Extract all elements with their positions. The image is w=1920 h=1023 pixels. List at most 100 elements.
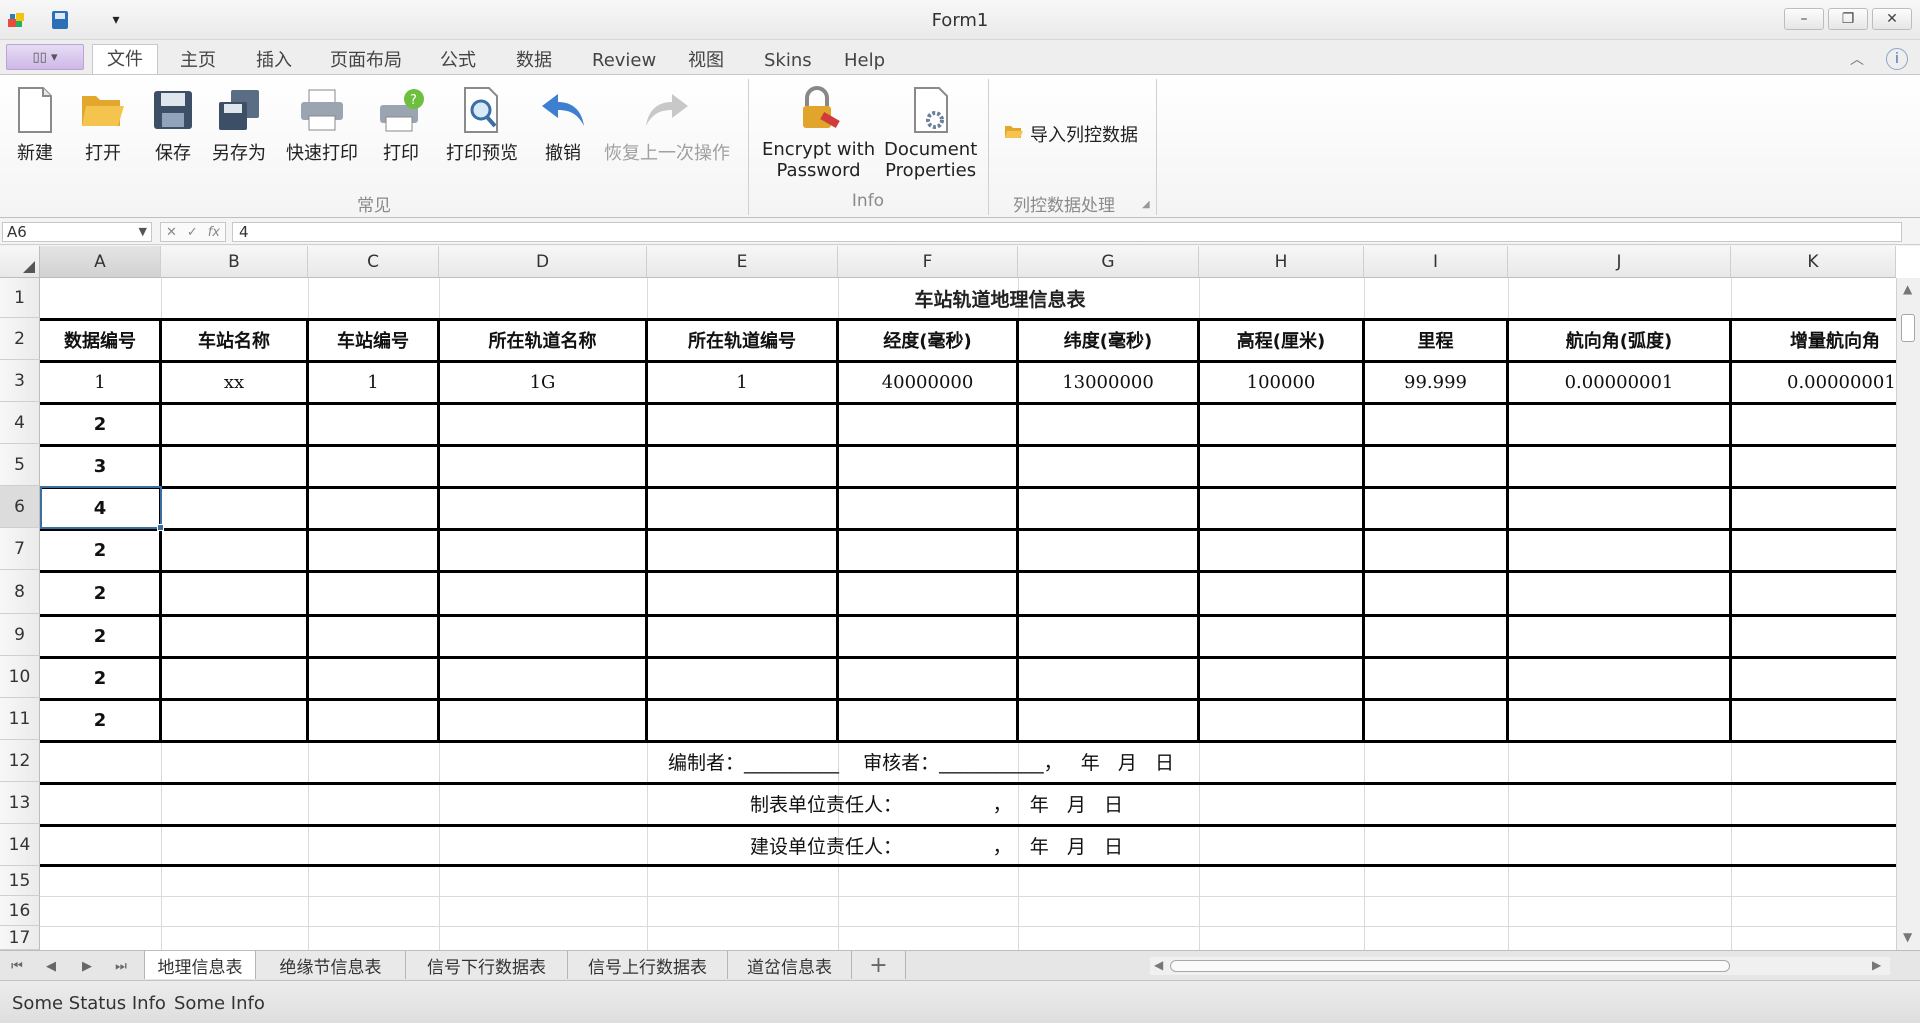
save-button[interactable]: 保存 xyxy=(150,85,196,165)
row-header-17[interactable]: 17 xyxy=(0,926,40,950)
row-header-6[interactable]: 6 xyxy=(0,486,40,528)
vertical-scrollbar[interactable]: ▲ ▼ xyxy=(1896,278,1920,950)
confirm-icon[interactable]: ✓ xyxy=(187,225,198,240)
data-cell[interactable]: 2 xyxy=(40,404,160,444)
column-header-j[interactable]: J xyxy=(1508,246,1731,278)
row-header-2[interactable]: 2 xyxy=(0,318,40,360)
app-menu-button[interactable]: ▯▯ ▾ xyxy=(6,44,84,70)
data-cell[interactable]: 2 xyxy=(40,700,160,740)
data-cell[interactable]: 0.00000001 xyxy=(1509,362,1729,402)
open-button[interactable]: 打开 xyxy=(80,85,126,165)
header-cell-data-id[interactable]: 数据编号 xyxy=(40,320,160,360)
row-header-4[interactable]: 4 xyxy=(0,402,40,444)
data-cell[interactable]: 2 xyxy=(40,530,160,570)
row-header-7[interactable]: 7 xyxy=(0,528,40,570)
vertical-scroll-thumb[interactable] xyxy=(1901,314,1915,342)
sheet-title[interactable]: 车站轨道地理信息表 xyxy=(40,278,1920,318)
header-cell-mileage[interactable]: 里程 xyxy=(1365,320,1506,360)
column-header-f[interactable]: F xyxy=(838,246,1018,278)
row-header-16[interactable]: 16 xyxy=(0,896,40,926)
header-cell-track-name[interactable]: 所在轨道名称 xyxy=(440,320,645,360)
row-header-1[interactable]: 1 xyxy=(0,278,40,318)
row-header-15[interactable]: 15 xyxy=(0,866,40,896)
sheet-tab-insulation[interactable]: 绝缘节信息表 xyxy=(256,951,406,979)
data-cell[interactable]: 40000000 xyxy=(839,362,1016,402)
scroll-right-icon[interactable]: ▶ xyxy=(1872,958,1881,972)
row-header-12[interactable]: 12 xyxy=(0,740,40,782)
data-cell[interactable]: 1 xyxy=(40,362,160,402)
data-cell[interactable]: 1G xyxy=(440,362,645,402)
tab-formulas[interactable]: 公式 xyxy=(436,48,480,74)
scroll-up-icon[interactable]: ▲ xyxy=(1903,282,1912,296)
last-sheet-icon[interactable]: ⏭ xyxy=(108,955,134,977)
footer-unit-responsible[interactable]: 制表单位责任人： ， 年 月 日 xyxy=(750,790,1123,817)
formula-input[interactable]: 4 xyxy=(232,222,1902,242)
tab-page-layout[interactable]: 页面布局 xyxy=(326,48,406,74)
name-box[interactable]: A6 ▼ xyxy=(2,222,152,242)
data-cell[interactable]: 1 xyxy=(648,362,836,402)
tab-review[interactable]: Review xyxy=(588,48,660,74)
next-sheet-icon[interactable]: ▶ xyxy=(74,955,100,977)
close-button[interactable]: ✕ xyxy=(1872,8,1912,30)
column-header-h[interactable]: H xyxy=(1199,246,1364,278)
tab-home[interactable]: 主页 xyxy=(176,48,220,74)
minimize-button[interactable]: – xyxy=(1784,8,1824,30)
header-cell-heading[interactable]: 航向角(弧度) xyxy=(1509,320,1729,360)
data-cell[interactable]: 3 xyxy=(40,446,160,486)
header-cell-station-name[interactable]: 车站名称 xyxy=(162,320,306,360)
import-column-control-button[interactable]: 导入列控数据 xyxy=(1004,121,1138,147)
header-cell-elevation[interactable]: 高程(厘米) xyxy=(1200,320,1362,360)
prev-sheet-icon[interactable]: ◀ xyxy=(38,955,64,977)
column-header-b[interactable]: B xyxy=(161,246,308,278)
data-cell[interactable]: 100000 xyxy=(1200,362,1362,402)
cancel-icon[interactable]: ✕ xyxy=(166,225,177,240)
collapse-ribbon-icon[interactable]: ︿ xyxy=(1846,48,1868,70)
horizontal-scrollbar[interactable]: ◀ ▶ xyxy=(1150,957,1890,975)
data-cell[interactable]: 1 xyxy=(309,362,437,402)
first-sheet-icon[interactable]: ⏮ xyxy=(4,955,30,977)
restore-button[interactable]: ❐ xyxy=(1828,8,1868,30)
header-cell-track-id[interactable]: 所在轨道编号 xyxy=(648,320,836,360)
footer-signature-row[interactable]: 编制者：__________ 审核者：___________， 年 月 日 xyxy=(668,748,1174,775)
chevron-down-icon[interactable]: ▼ xyxy=(139,223,147,241)
data-cell[interactable]: 99.999 xyxy=(1365,362,1506,402)
tab-data[interactable]: 数据 xyxy=(512,48,556,74)
print-preview-button[interactable]: 打印预览 xyxy=(446,85,518,165)
document-properties-button[interactable]: Document Properties xyxy=(884,85,977,181)
data-cell[interactable]: 0.00000001 xyxy=(1732,362,1896,402)
column-header-a[interactable]: A xyxy=(40,246,161,278)
column-header-g[interactable]: G xyxy=(1018,246,1199,278)
group-expand-icon[interactable]: ◢ xyxy=(1142,199,1150,210)
header-cell-station-id[interactable]: 车站编号 xyxy=(309,320,437,360)
redo-button[interactable]: 恢复上一次操作 xyxy=(604,85,730,165)
sheet-tab-signal-up[interactable]: 信号上行数据表 xyxy=(568,951,728,979)
header-cell-latitude[interactable]: 纬度(毫秒) xyxy=(1019,320,1197,360)
encrypt-password-button[interactable]: Encrypt with Password xyxy=(762,85,875,181)
column-header-k[interactable]: K xyxy=(1731,246,1896,278)
column-header-c[interactable]: C xyxy=(308,246,439,278)
footer-construction-responsible[interactable]: 建设单位责任人： ， 年 月 日 xyxy=(750,832,1123,859)
sheet-tab-signal-down[interactable]: 信号下行数据表 xyxy=(406,951,568,979)
print-button[interactable]: ? 打印 xyxy=(378,85,424,165)
add-sheet-button[interactable]: + xyxy=(852,951,906,979)
quick-print-button[interactable]: 快速打印 xyxy=(286,85,358,165)
sheet-tab-geo-info[interactable]: 地理信息表 xyxy=(144,951,256,979)
data-cell[interactable]: 13000000 xyxy=(1019,362,1197,402)
function-icon[interactable]: fx xyxy=(208,225,220,240)
data-cell[interactable]: 2 xyxy=(40,572,160,614)
scroll-left-icon[interactable]: ◀ xyxy=(1154,958,1163,972)
new-button[interactable]: 新建 xyxy=(12,85,58,165)
sheet-tab-turnout[interactable]: 道岔信息表 xyxy=(728,951,852,979)
scroll-down-icon[interactable]: ▼ xyxy=(1903,930,1912,944)
select-all-corner[interactable] xyxy=(0,246,40,278)
tab-help[interactable]: Help xyxy=(840,48,889,74)
header-cell-delta-heading[interactable]: 增量航向角 xyxy=(1732,320,1896,360)
data-cell[interactable]: 2 xyxy=(40,658,160,698)
undo-button[interactable]: 撤销 xyxy=(540,85,586,165)
header-cell-longitude[interactable]: 经度(毫秒) xyxy=(839,320,1016,360)
row-header-9[interactable]: 9 xyxy=(0,614,40,656)
column-header-e[interactable]: E xyxy=(647,246,838,278)
data-cell[interactable]: xx xyxy=(162,362,306,402)
row-header-11[interactable]: 11 xyxy=(0,698,40,740)
column-header-i[interactable]: I xyxy=(1364,246,1508,278)
